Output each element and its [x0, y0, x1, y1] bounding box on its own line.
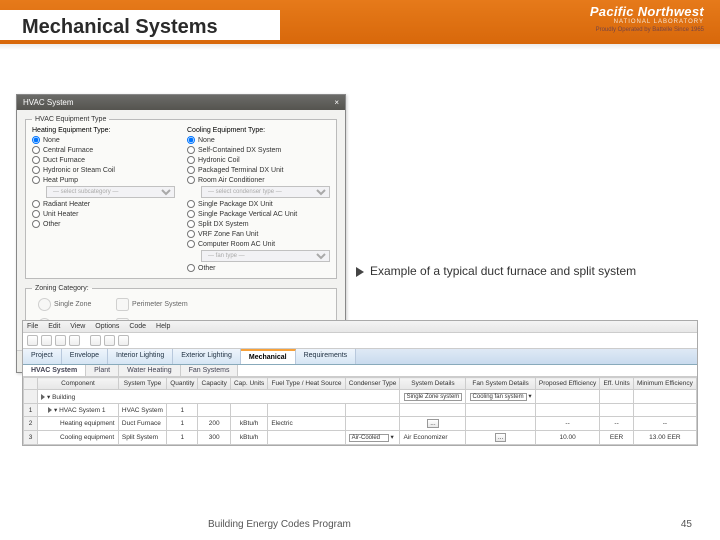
footer-left: Building Energy Codes Program [208, 519, 351, 530]
close-icon[interactable]: × [334, 98, 339, 107]
dialog-titlebar[interactable]: HVAC System × [17, 95, 345, 110]
tab-project[interactable]: Project [23, 349, 62, 364]
cooling-option[interactable]: Other [187, 264, 330, 272]
page-title: Mechanical Systems [22, 16, 228, 39]
menu-item[interactable]: Options [95, 323, 119, 330]
cooling-subselect-1[interactable]: — select condenser type — [201, 186, 330, 198]
col-sys[interactable]: System Details [400, 378, 466, 390]
col-eff[interactable]: Proposed Efficiency [535, 378, 600, 390]
subtab-plant[interactable]: Plant [86, 365, 119, 376]
col-fan[interactable]: Fan System Details [466, 378, 535, 390]
dialog-title: HVAC System [23, 98, 74, 107]
toolbar [23, 333, 697, 349]
menu-bar[interactable]: File Edit View Options Code Help [23, 321, 697, 333]
fan-select[interactable]: Cooling fan system [470, 393, 527, 401]
heating-subselect[interactable]: — select subcategory — [46, 186, 175, 198]
cooling-option[interactable]: Hydronic Coil [187, 156, 330, 164]
details-button[interactable]: ... [427, 419, 438, 428]
col-eu[interactable]: Eff. Units [600, 378, 633, 390]
brand-logo: Pacific Northwest [590, 4, 704, 19]
heating-legend: Heating Equipment Type: [32, 127, 175, 134]
subtab-water[interactable]: Water Heating [119, 365, 180, 376]
cooling-subselect-2[interactable]: — fan type — [201, 250, 330, 262]
tab-interior-lighting[interactable]: Interior Lighting [108, 349, 173, 364]
print-icon[interactable] [69, 335, 80, 346]
caption-text: Example of a typical duct furnace and sp… [370, 264, 636, 278]
arrow-icon [356, 267, 364, 277]
delete-icon[interactable] [104, 335, 115, 346]
menu-item[interactable]: Edit [48, 323, 60, 330]
col-cap[interactable]: Capacity [198, 378, 230, 390]
hvac-table[interactable]: Component System Type Quantity Capacity … [23, 377, 697, 445]
heating-option[interactable]: Unit Heater [32, 210, 175, 218]
brand: Pacific Northwest NATIONAL LABORATORY Pr… [590, 4, 704, 33]
fan-details-button[interactable]: ... [495, 433, 506, 442]
condenser-select[interactable]: Air-Cooled [349, 434, 389, 442]
cooling-option[interactable]: Split DX System [187, 220, 330, 228]
new-icon[interactable] [27, 335, 38, 346]
zoning-legend: Zoning Category: [32, 285, 92, 292]
cooling-legend: Cooling Equipment Type: [187, 127, 330, 134]
heating-option[interactable]: None [32, 136, 175, 144]
col-min[interactable]: Minimum Efficiency [633, 378, 696, 390]
col-component[interactable]: Component [38, 378, 119, 390]
brand-tagline: Proudly Operated by Battelle Since 1965 [590, 27, 704, 33]
menu-item[interactable]: View [70, 323, 85, 330]
heating-option[interactable]: Other [32, 220, 175, 228]
subtab-hvac[interactable]: HVAC System [23, 365, 86, 376]
col-fuel[interactable]: Fuel Type / Heat Source [268, 378, 345, 390]
tab-envelope[interactable]: Envelope [62, 349, 108, 364]
menu-item[interactable]: File [27, 323, 38, 330]
col-cu[interactable]: Cap. Units [230, 378, 268, 390]
col-cond[interactable]: Condenser Type [345, 378, 400, 390]
cooling-option[interactable]: None [187, 136, 330, 144]
heating-option[interactable]: Radiant Heater [32, 200, 175, 208]
menu-item[interactable]: Help [156, 323, 170, 330]
heating-option[interactable]: Heat Pump [32, 176, 175, 184]
tree-toggle-icon[interactable] [41, 394, 45, 400]
tab-mechanical[interactable]: Mechanical [241, 349, 296, 364]
table-row[interactable]: 1 ▾ HVAC System 1 HVAC System 1 [24, 404, 697, 417]
table-row[interactable]: 3 Cooling equipment Split System 1 300 k… [24, 431, 697, 445]
table-row[interactable]: ▾ Building Single Zone system Cooling fa… [24, 390, 697, 404]
col-rownum [24, 378, 38, 390]
cooling-option[interactable]: Computer Room AC Unit [187, 240, 330, 248]
zoning-option[interactable]: Single Zone [38, 298, 96, 311]
cooling-option[interactable]: VRF Zone Fan Unit [187, 230, 330, 238]
zoning-option[interactable]: Perimeter System [116, 298, 188, 311]
equipment-type-legend: HVAC Equipment Type [32, 116, 109, 123]
copy-icon[interactable] [90, 335, 101, 346]
col-type[interactable]: System Type [118, 378, 166, 390]
subtab-fan[interactable]: Fan Systems [181, 365, 239, 376]
heating-option[interactable]: Hydronic or Steam Coil [32, 166, 175, 174]
page-number: 45 [681, 519, 692, 530]
menu-item[interactable]: Code [129, 323, 146, 330]
tab-exterior-lighting[interactable]: Exterior Lighting [173, 349, 241, 364]
system-select[interactable]: Single Zone system [404, 393, 463, 401]
tree-toggle-icon[interactable] [48, 407, 52, 413]
app-window: File Edit View Options Code Help Project… [22, 320, 698, 446]
cooling-option[interactable]: Packaged Terminal DX Unit [187, 166, 330, 174]
collapse-icon[interactable] [118, 335, 129, 346]
cooling-option[interactable]: Self-Contained DX System [187, 146, 330, 154]
heating-option[interactable]: Central Furnace [32, 146, 175, 154]
heating-option[interactable]: Duct Furnace [32, 156, 175, 164]
brand-subtitle: NATIONAL LABORATORY [590, 19, 704, 25]
col-qty[interactable]: Quantity [167, 378, 198, 390]
main-tabs: Project Envelope Interior Lighting Exter… [23, 349, 697, 365]
cooling-option[interactable]: Single Package DX Unit [187, 200, 330, 208]
tab-requirements[interactable]: Requirements [296, 349, 357, 364]
sub-tabs: HVAC System Plant Water Heating Fan Syst… [23, 365, 697, 377]
cooling-option[interactable]: Single Package Vertical AC Unit [187, 210, 330, 218]
save-icon[interactable] [55, 335, 66, 346]
open-icon[interactable] [41, 335, 52, 346]
table-row[interactable]: 2 Heating equipment Duct Furnace 1 200 k… [24, 417, 697, 431]
cooling-option[interactable]: Room Air Conditioner [187, 176, 330, 184]
